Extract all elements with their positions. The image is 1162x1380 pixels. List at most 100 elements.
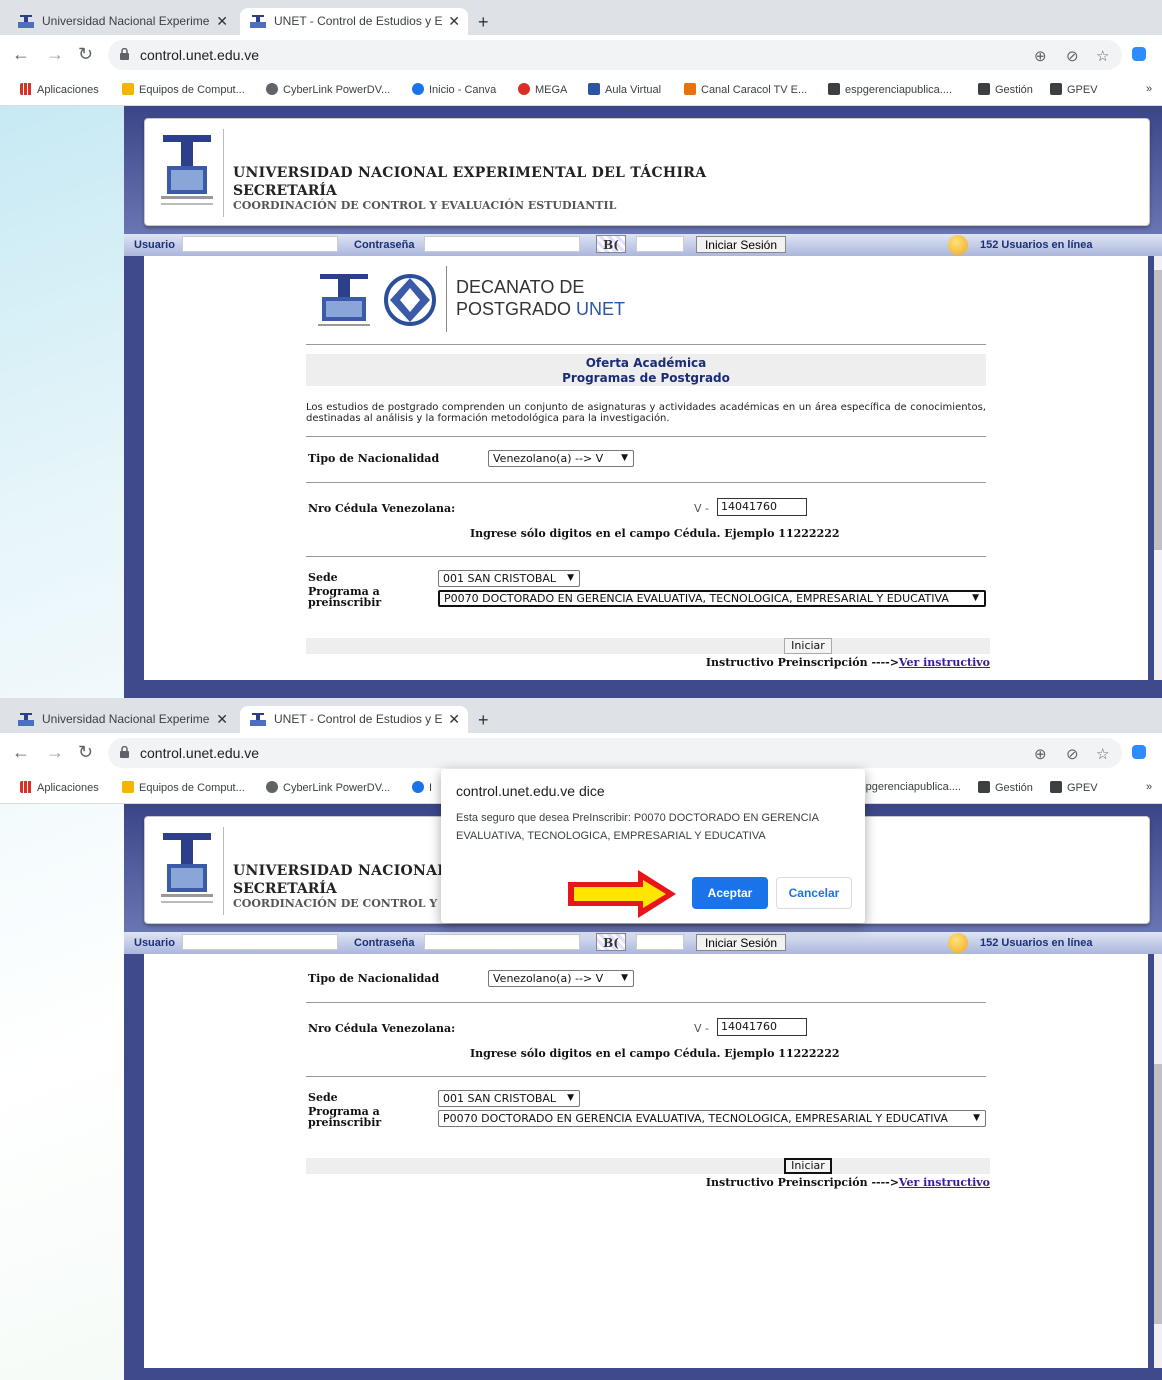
scrollbar-thumb[interactable] xyxy=(1154,270,1162,550)
unet-accent: UNET xyxy=(571,299,626,319)
iniciar-button[interactable]: Iniciar xyxy=(784,638,832,654)
toolbar: ← → ↻ control.unet.edu.ve ⊕ ⊘ ☆ xyxy=(0,733,1162,773)
login-bar: Usuario Contraseña B( Iniciar Sesión 152… xyxy=(124,234,1162,256)
sede-label: Sede xyxy=(308,571,338,584)
instructivo-line: Instructivo Preinscripción ---->Ver inst… xyxy=(706,1176,990,1189)
eye-off-icon[interactable]: ⊘ xyxy=(1066,745,1079,763)
reload-icon[interactable]: ↻ xyxy=(78,742,93,762)
bookmarks-more-button[interactable]: » xyxy=(1146,83,1152,95)
oferta-subtitle: Programas de Postgrado xyxy=(562,371,730,385)
nacionalidad-select[interactable]: Venezolano(a) --> V ▼ xyxy=(488,450,634,467)
tab-universidad[interactable]: Universidad Nacional Experimental del ✕ xyxy=(8,706,236,733)
zoom-extension-icon[interactable] xyxy=(1132,745,1146,759)
star-icon[interactable]: ☆ xyxy=(1096,745,1109,763)
tab-unet-control[interactable]: UNET - Control de Estudios y Evaluación … xyxy=(240,706,468,733)
coordinacion-title: COORDINACIÓN DE CONTROL Y EVALUACIÓN EST… xyxy=(233,199,617,212)
close-icon[interactable]: ✕ xyxy=(216,706,228,733)
reload-icon[interactable]: ↻ xyxy=(78,44,93,64)
bookmark-espgerencia[interactable]: espgerenciapublica.... xyxy=(854,781,961,793)
bookmark-cyberlink[interactable]: CyberLink PowerDV... xyxy=(266,781,390,794)
folder-icon xyxy=(122,83,134,95)
eye-off-icon[interactable]: ⊘ xyxy=(1066,47,1079,65)
close-icon[interactable]: ✕ xyxy=(448,706,460,733)
forward-arrow-icon[interactable]: → xyxy=(46,44,64,64)
decanato-line2: POSTGRADO UNET xyxy=(456,298,625,320)
divider xyxy=(306,482,986,483)
bookmark-aula[interactable]: Aula Virtual xyxy=(588,83,661,96)
cedula-input[interactable]: 14041760 xyxy=(717,498,807,516)
sede-label: Sede xyxy=(308,1091,338,1104)
captcha-input[interactable] xyxy=(636,236,684,252)
zoom-icon[interactable]: ⊕ xyxy=(1034,745,1047,763)
bookmark-gestion[interactable]: Gestión xyxy=(978,83,1033,96)
login-button[interactable]: Iniciar Sesión xyxy=(696,934,786,951)
sede-value: 001 SAN CRISTOBAL xyxy=(443,572,557,585)
accept-button[interactable]: Aceptar xyxy=(692,877,768,909)
sede-select[interactable]: 001 SAN CRISTOBAL ▼ xyxy=(438,1090,580,1107)
scrollbar[interactable] xyxy=(1154,954,1162,1368)
bookmark-canva[interactable]: I xyxy=(412,781,432,794)
new-tab-button[interactable]: + xyxy=(478,710,489,730)
bookmark-gpev[interactable]: GPEV xyxy=(1050,781,1098,794)
usuario-input[interactable] xyxy=(182,934,338,950)
bookmark-mega[interactable]: MEGA xyxy=(518,83,567,96)
bookmark-equipos[interactable]: Equipos de Comput... xyxy=(122,781,245,794)
bookmarks-more-button[interactable]: » xyxy=(1146,781,1152,793)
sede-select[interactable]: 001 SAN CRISTOBAL ▼ xyxy=(438,570,580,587)
header-divider xyxy=(223,827,224,915)
star-icon[interactable]: ☆ xyxy=(1096,47,1109,65)
address-bar[interactable]: control.unet.edu.ve ⊕ ⊘ ☆ xyxy=(108,738,1122,768)
instructivo-label: Instructivo Preinscripción ----> xyxy=(705,656,899,669)
close-icon[interactable]: ✕ xyxy=(216,8,228,35)
scrollbar-thumb[interactable] xyxy=(1154,1064,1162,1324)
bookmark-gestion[interactable]: Gestión xyxy=(978,781,1033,794)
instructivo-link[interactable]: Ver instructivo xyxy=(899,656,990,669)
decanato-title: DECANATO DE POSTGRADO UNET xyxy=(456,276,625,320)
back-arrow-icon[interactable]: ← xyxy=(12,742,30,762)
fn-icon xyxy=(1050,781,1062,793)
apps-grid-icon xyxy=(20,781,32,793)
captcha-input[interactable] xyxy=(636,934,684,950)
site-header: UNIVERSIDAD NACIONAL EXPERIMENTAL DEL TÁ… xyxy=(124,106,1162,234)
bookmark-apps[interactable]: Aplicaciones xyxy=(20,83,99,96)
unet-favicon-icon xyxy=(18,15,34,28)
cancel-button[interactable]: Cancelar xyxy=(776,877,852,909)
nacionalidad-select[interactable]: Venezolano(a) --> V ▼ xyxy=(488,970,634,987)
bookmark-equipos[interactable]: Equipos de Comput... xyxy=(122,83,245,96)
unet-logo-icon xyxy=(161,833,213,903)
canva-icon xyxy=(412,781,424,793)
zoom-icon[interactable]: ⊕ xyxy=(1034,47,1047,65)
password-input[interactable] xyxy=(424,934,580,950)
chevron-down-icon: ▼ xyxy=(621,453,628,463)
scrollbar[interactable] xyxy=(1154,256,1162,680)
bookmark-espgerencia[interactable]: espgerenciapublica.... xyxy=(828,83,952,96)
bookmark-apps[interactable]: Aplicaciones xyxy=(20,781,99,794)
password-input[interactable] xyxy=(424,236,580,252)
programa-select[interactable]: P0070 DOCTORADO EN GERENCIA EVALUATIVA, … xyxy=(438,1110,986,1127)
divider xyxy=(306,1076,986,1077)
instructivo-link[interactable]: Ver instructivo xyxy=(899,1176,990,1189)
bookmark-canva[interactable]: Inicio - Canva xyxy=(412,83,496,96)
login-button[interactable]: Iniciar Sesión xyxy=(696,236,786,253)
tab-unet-control[interactable]: UNET - Control de Estudios y Evaluación … xyxy=(240,8,468,35)
forward-arrow-icon[interactable]: → xyxy=(46,742,64,762)
globe-icon xyxy=(266,83,278,95)
tab-universidad[interactable]: Universidad Nacional Experimental del ✕ xyxy=(8,8,236,35)
programa-select[interactable]: P0070 DOCTORADO EN GERENCIA EVALUATIVA, … xyxy=(438,590,986,607)
zoom-extension-icon[interactable] xyxy=(1132,47,1146,61)
iniciar-button[interactable]: Iniciar xyxy=(784,1158,832,1174)
cedula-label: Nro Cédula Venezolana: xyxy=(308,1022,456,1035)
lock-icon xyxy=(120,746,129,758)
bookmark-gpev[interactable]: GPEV xyxy=(1050,83,1098,96)
captcha-image: B( xyxy=(596,933,626,951)
address-bar[interactable]: control.unet.edu.ve ⊕ ⊘ ☆ xyxy=(108,40,1122,70)
tab-title: UNET - Control de Estudios y Evaluación xyxy=(274,14,442,28)
bookmark-caracol[interactable]: Canal Caracol TV E... xyxy=(684,83,807,96)
close-icon[interactable]: ✕ xyxy=(448,8,460,35)
bookmark-cyberlink[interactable]: CyberLink PowerDV... xyxy=(266,83,390,96)
decanato-line1: DECANATO DE xyxy=(456,277,585,297)
usuario-input[interactable] xyxy=(182,236,338,252)
cedula-input[interactable]: 14041760 xyxy=(717,1018,807,1036)
back-arrow-icon[interactable]: ← xyxy=(12,44,30,64)
new-tab-button[interactable]: + xyxy=(478,12,489,32)
